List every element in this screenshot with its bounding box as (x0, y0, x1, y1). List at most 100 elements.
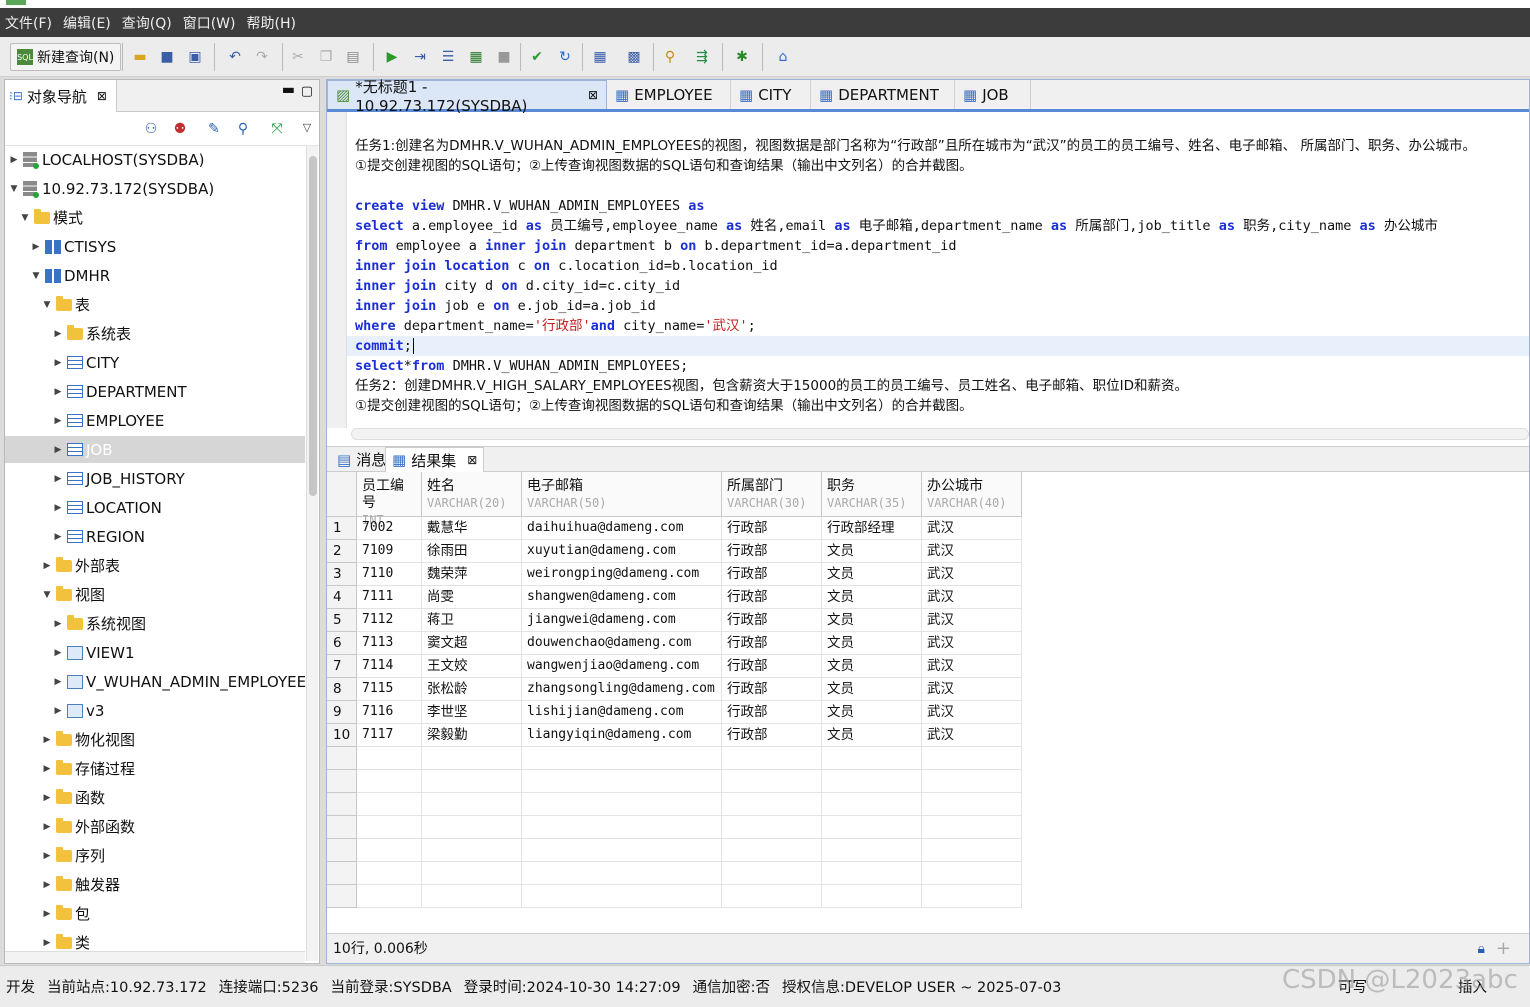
collapsed-arrow-icon[interactable]: ▶ (42, 561, 52, 571)
grid-cell[interactable]: 行政部 (722, 609, 822, 632)
tab-messages[interactable]: ▤ 消息 (331, 447, 392, 472)
expanded-arrow-icon[interactable]: ▼ (9, 184, 19, 194)
open-folder-icon[interactable]: ▬ (130, 47, 150, 67)
grid-cell[interactable]: 行政部 (722, 563, 822, 586)
tree-node[interactable]: ▼ 视图 (42, 581, 105, 608)
column-header[interactable]: 所属部门 VARCHAR(30) (722, 472, 822, 517)
grid-cell[interactable]: 武汉 (922, 678, 1022, 701)
grid-cell[interactable]: 李世坚 (422, 701, 522, 724)
grid-cell[interactable] (922, 747, 1022, 770)
grid-cell[interactable]: 文员 (822, 724, 922, 747)
collapsed-arrow-icon[interactable]: ▶ (53, 445, 63, 455)
tree-node[interactable]: ▶ 系统视图 (53, 610, 146, 637)
grid-cell[interactable] (822, 747, 922, 770)
edit-icon[interactable]: ✎ (204, 119, 224, 139)
grid-cell[interactable] (357, 839, 422, 862)
tree-node[interactable]: ▶ 物化视图 (42, 726, 135, 753)
save-icon[interactable]: ■ (157, 47, 177, 67)
tab-resultset[interactable]: ▦ 结果集 ⊠ (385, 447, 485, 472)
grid-cell[interactable]: 窦文超 (422, 632, 522, 655)
sql-editor[interactable]: 任务1:创建名为DMHR.V_WUHAN_ADMIN_EMPLOYEES的视图，… (327, 112, 1529, 428)
new-query-button[interactable]: SQL 新建查询(N) (10, 43, 122, 71)
collapsed-arrow-icon[interactable]: ▶ (42, 909, 52, 919)
tree-node[interactable]: ▶ LOCATION (53, 494, 162, 521)
menu-window[interactable]: 窗口(W) (178, 13, 242, 33)
grid-cell[interactable]: 7112 (357, 609, 422, 632)
grid-cell[interactable] (722, 839, 822, 862)
grid-cell[interactable] (822, 770, 922, 793)
tree-node[interactable]: ▶ 外部表 (42, 552, 120, 579)
tree-node[interactable]: ▶ v3 (53, 697, 105, 724)
grid-cell[interactable]: 行政部 (722, 586, 822, 609)
stop-icon[interactable]: ■ (494, 47, 514, 67)
expanded-arrow-icon[interactable]: ▼ (20, 213, 30, 223)
expanded-arrow-icon[interactable]: ▼ (42, 300, 52, 310)
connect-icon[interactable]: ⚇ (141, 119, 161, 139)
tree-node[interactable]: ▶ REGION (53, 523, 145, 550)
grid-cell[interactable] (822, 839, 922, 862)
explain-icon[interactable]: ▦ (466, 47, 486, 67)
grid-cell[interactable] (357, 862, 422, 885)
editor-tab[interactable]: ▨ *无标题1 - 10.92.73.172(SYSDBA) ⊠ (327, 78, 607, 115)
row-number[interactable]: 5 (327, 609, 357, 632)
collapsed-arrow-icon[interactable]: ▶ (53, 387, 63, 397)
grid-cell[interactable]: 行政部经理 (822, 517, 922, 540)
collapsed-arrow-icon[interactable]: ▶ (53, 358, 63, 368)
tree-node[interactable]: ▶ 序列 (42, 842, 105, 869)
rollback-icon[interactable]: ↻ (555, 47, 575, 67)
editor-tab[interactable]: ▦ DEPARTMENT (811, 80, 955, 109)
editor-horizontal-scrollbar[interactable] (351, 428, 1529, 440)
tree-node[interactable]: ▶ 外部函数 (42, 813, 135, 840)
grid-cell[interactable]: weirongping@dameng.com (522, 563, 722, 586)
tree-node[interactable]: ▼ 表 (42, 291, 90, 318)
collapsed-arrow-icon[interactable]: ▶ (9, 155, 19, 165)
grid-cell[interactable]: 7111 (357, 586, 422, 609)
column-header[interactable]: 电子邮箱 VARCHAR(50) (522, 472, 722, 517)
collapsed-arrow-icon[interactable]: ▶ (42, 822, 52, 832)
grid-cell[interactable]: 文员 (822, 563, 922, 586)
row-number[interactable]: 4 (327, 586, 357, 609)
tree-node[interactable]: ▶ JOB_HISTORY (53, 465, 185, 492)
grid-cell[interactable]: 武汉 (922, 724, 1022, 747)
grid-cell[interactable]: daihuihua@dameng.com (522, 517, 722, 540)
grid-cell[interactable]: 文员 (822, 632, 922, 655)
close-icon[interactable]: ⊠ (467, 453, 477, 467)
row-number[interactable] (327, 885, 357, 908)
grid-cell[interactable]: 文员 (822, 701, 922, 724)
grid-cell[interactable]: 张松龄 (422, 678, 522, 701)
search-icon[interactable]: ⚲ (233, 119, 253, 139)
column-header[interactable]: 职务 VARCHAR(35) (822, 472, 922, 517)
lock-icon[interactable]: 🔒︎ (1478, 934, 1485, 964)
maximize-icon[interactable]: ▢ (301, 84, 313, 99)
editor-tab[interactable]: ▦ EMPLOYEE (607, 80, 731, 109)
tree-node[interactable]: ▶ CITY (53, 349, 120, 376)
tree-node[interactable]: ▼ 模式 (20, 204, 83, 231)
grid-cell[interactable] (822, 885, 922, 908)
calendar-icon[interactable]: ▦ (590, 47, 610, 67)
menu-edit[interactable]: 编辑(E) (58, 13, 117, 33)
collapsed-arrow-icon[interactable]: ▶ (53, 677, 63, 687)
editor-tab[interactable]: ▦ CITY (731, 80, 811, 109)
commit-icon[interactable]: ✔ (527, 47, 547, 67)
grid-cell[interactable]: 行政部 (722, 540, 822, 563)
grid-cell[interactable]: 文员 (822, 655, 922, 678)
collapsed-arrow-icon[interactable]: ▶ (53, 532, 63, 542)
editor-tab[interactable]: ▦ JOB (955, 80, 1031, 109)
redo-icon[interactable]: ↷ (252, 47, 272, 67)
row-number[interactable]: 3 (327, 563, 357, 586)
undo-icon[interactable]: ↶ (225, 47, 245, 67)
grid-cell[interactable] (522, 862, 722, 885)
grid-cell[interactable]: lishijian@dameng.com (522, 701, 722, 724)
collapse-all-icon[interactable]: ⤧ (267, 119, 287, 139)
grid-cell[interactable]: jiangwei@dameng.com (522, 609, 722, 632)
grid-cell[interactable]: 武汉 (922, 701, 1022, 724)
row-number[interactable] (327, 862, 357, 885)
tree-node[interactable]: ▶ DEPARTMENT (53, 378, 187, 405)
collapsed-arrow-icon[interactable]: ▶ (53, 329, 63, 339)
row-number[interactable] (327, 839, 357, 862)
grid-cell[interactable] (822, 862, 922, 885)
grid-cell[interactable] (522, 770, 722, 793)
grid-cell[interactable] (722, 770, 822, 793)
home-icon[interactable]: ⌂ (773, 47, 793, 67)
tree-horizontal-scrollbar[interactable] (5, 951, 305, 963)
